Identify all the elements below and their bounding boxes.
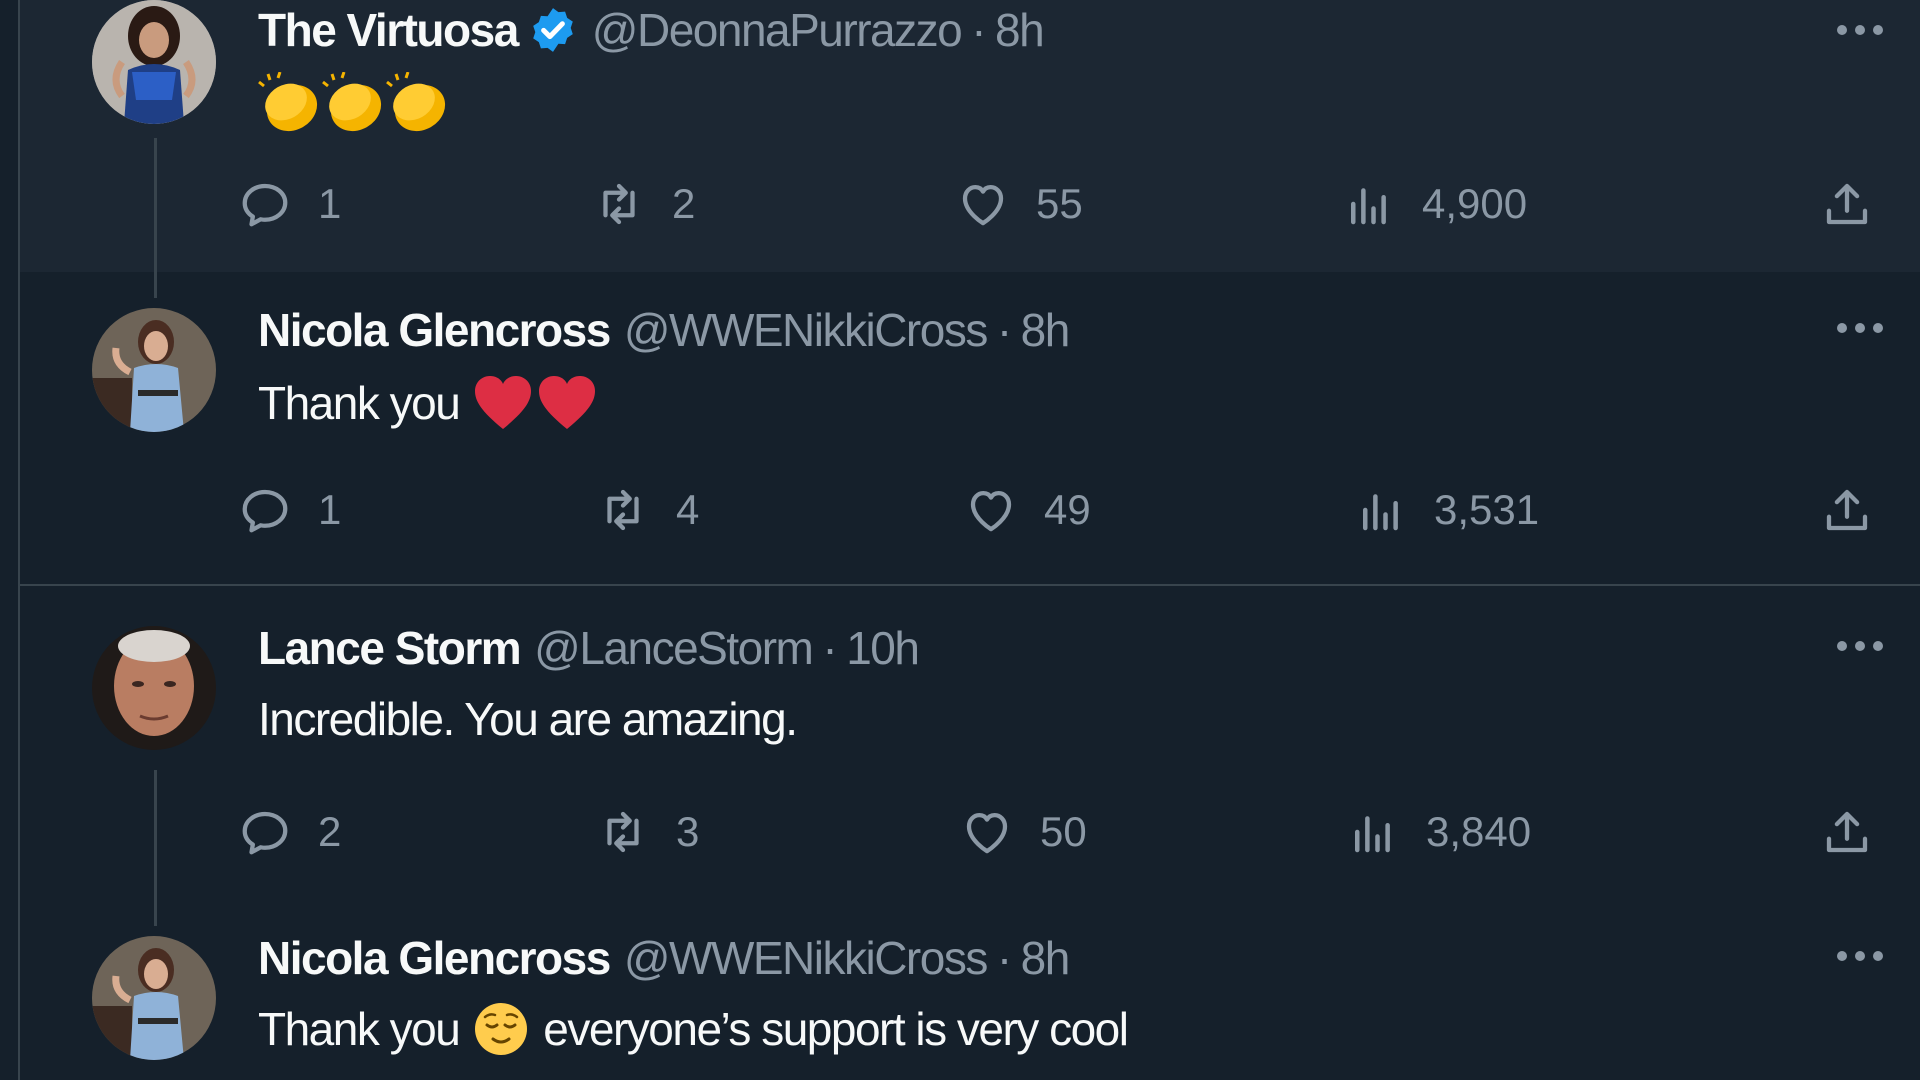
views-count: 4,900 (1422, 180, 1528, 227)
avatar[interactable] (92, 936, 216, 1060)
retweet-count: 3 (676, 808, 700, 855)
views-icon (1354, 483, 1408, 537)
tweet-header: Nicola Glencross @WWENikkiCross · 8h (258, 928, 1071, 988)
retweet-count: 2 (672, 180, 696, 227)
views-count: 3,531 (1434, 486, 1540, 533)
tweet-text-content: Thank you (258, 377, 461, 429)
timestamp[interactable]: 8h (1021, 303, 1071, 357)
more-icon[interactable] (1834, 946, 1886, 966)
share-button[interactable] (1820, 480, 1874, 540)
tweet-text-after: everyone’s support is very cool (543, 1003, 1129, 1055)
separator-dot: · (996, 304, 1012, 356)
tweet-text: Thank you (258, 372, 597, 434)
tweet-the-virtuosa[interactable]: The Virtuosa @DeonnaPurrazzo · 8h 1 2 55… (20, 0, 1920, 298)
retweet-icon (592, 177, 646, 231)
timestamp[interactable]: 10h (846, 621, 920, 675)
separator-dot: · (822, 622, 837, 674)
reply-button[interactable]: 2 (238, 802, 341, 862)
display-name[interactable]: Nicola Glencross (258, 931, 611, 985)
reply-count: 1 (318, 180, 342, 227)
clapping-hands-emoji (258, 72, 458, 134)
tweet-nicola-glencross-reply[interactable]: Nicola Glencross @WWENikkiCross · 8h Tha… (20, 926, 1920, 1080)
retweet-button[interactable]: 3 (596, 802, 699, 862)
retweet-count: 4 (676, 486, 700, 533)
reply-thread: The Virtuosa @DeonnaPurrazzo · 8h 1 2 55… (0, 0, 1920, 1080)
display-name[interactable]: Lance Storm (258, 621, 522, 675)
views-icon (1342, 177, 1396, 231)
like-button[interactable]: 49 (964, 480, 1091, 540)
tweet-text-before: Thank you (258, 1003, 461, 1055)
handle[interactable]: @WWENikkiCross (624, 931, 989, 985)
views-button[interactable]: 4,900 (1342, 174, 1527, 234)
verified-badge-icon (528, 5, 578, 55)
display-name[interactable]: The Virtuosa (258, 3, 519, 57)
like-count: 49 (1044, 486, 1091, 533)
tweet-nicola-glencross[interactable]: Nicola Glencross @WWENikkiCross · 8h Tha… (20, 272, 1920, 584)
display-name[interactable]: Nicola Glencross (258, 303, 611, 357)
retweet-icon (596, 805, 650, 859)
tweet-text: Thank you everyone’s support is very coo… (258, 998, 1129, 1060)
heart-icon (964, 483, 1018, 537)
avatar[interactable] (92, 626, 216, 750)
views-count: 3,840 (1426, 808, 1532, 855)
share-icon (1820, 483, 1874, 537)
share-icon (1820, 805, 1874, 859)
tweet-header: The Virtuosa @DeonnaPurrazzo · 8h (258, 0, 1045, 60)
reply-icon (238, 177, 292, 231)
separator-dot: · (971, 4, 986, 56)
retweet-icon (596, 483, 650, 537)
handle[interactable]: @WWENikkiCross (624, 303, 989, 357)
retweet-button[interactable]: 4 (596, 480, 699, 540)
reply-count: 2 (318, 808, 342, 855)
timestamp[interactable]: 8h (995, 3, 1045, 57)
tweet-text (258, 72, 458, 134)
reply-count: 1 (318, 486, 342, 533)
heart-icon (956, 177, 1010, 231)
reply-icon (238, 805, 292, 859)
thread-connector-line (154, 770, 157, 926)
share-button[interactable] (1820, 174, 1874, 234)
tweet-text-content: Incredible. You are amazing. (258, 693, 798, 745)
share-button[interactable] (1820, 802, 1874, 862)
tweet-header: Nicola Glencross @WWENikkiCross · 8h (258, 300, 1071, 360)
handle[interactable]: @DeonnaPurrazzo (592, 3, 963, 57)
relieved-face-emoji (473, 1001, 529, 1057)
like-button[interactable]: 55 (956, 174, 1083, 234)
more-icon[interactable] (1834, 318, 1886, 338)
tweet-header: Lance Storm @LanceStorm · 10h (258, 618, 920, 678)
like-count: 50 (1040, 808, 1087, 855)
views-button[interactable]: 3,531 (1354, 480, 1539, 540)
views-button[interactable]: 3,840 (1346, 802, 1531, 862)
retweet-button[interactable]: 2 (592, 174, 695, 234)
tweet-text: Incredible. You are amazing. (258, 688, 798, 750)
share-icon (1820, 177, 1874, 231)
reply-button[interactable]: 1 (238, 480, 341, 540)
reply-button[interactable]: 1 (238, 174, 341, 234)
views-icon (1346, 805, 1400, 859)
heart-icon (960, 805, 1014, 859)
tweet-lance-storm[interactable]: Lance Storm @LanceStorm · 10h Incredible… (20, 586, 1920, 926)
more-icon[interactable] (1834, 636, 1886, 656)
red-heart-emoji (473, 375, 597, 431)
handle[interactable]: @LanceStorm (534, 621, 814, 675)
avatar[interactable] (92, 308, 216, 432)
reply-icon (238, 483, 292, 537)
avatar[interactable] (92, 0, 216, 124)
more-icon[interactable] (1834, 20, 1886, 40)
timestamp[interactable]: 8h (1021, 931, 1071, 985)
like-button[interactable]: 50 (960, 802, 1087, 862)
separator-dot: · (996, 932, 1012, 984)
like-count: 55 (1036, 180, 1083, 227)
